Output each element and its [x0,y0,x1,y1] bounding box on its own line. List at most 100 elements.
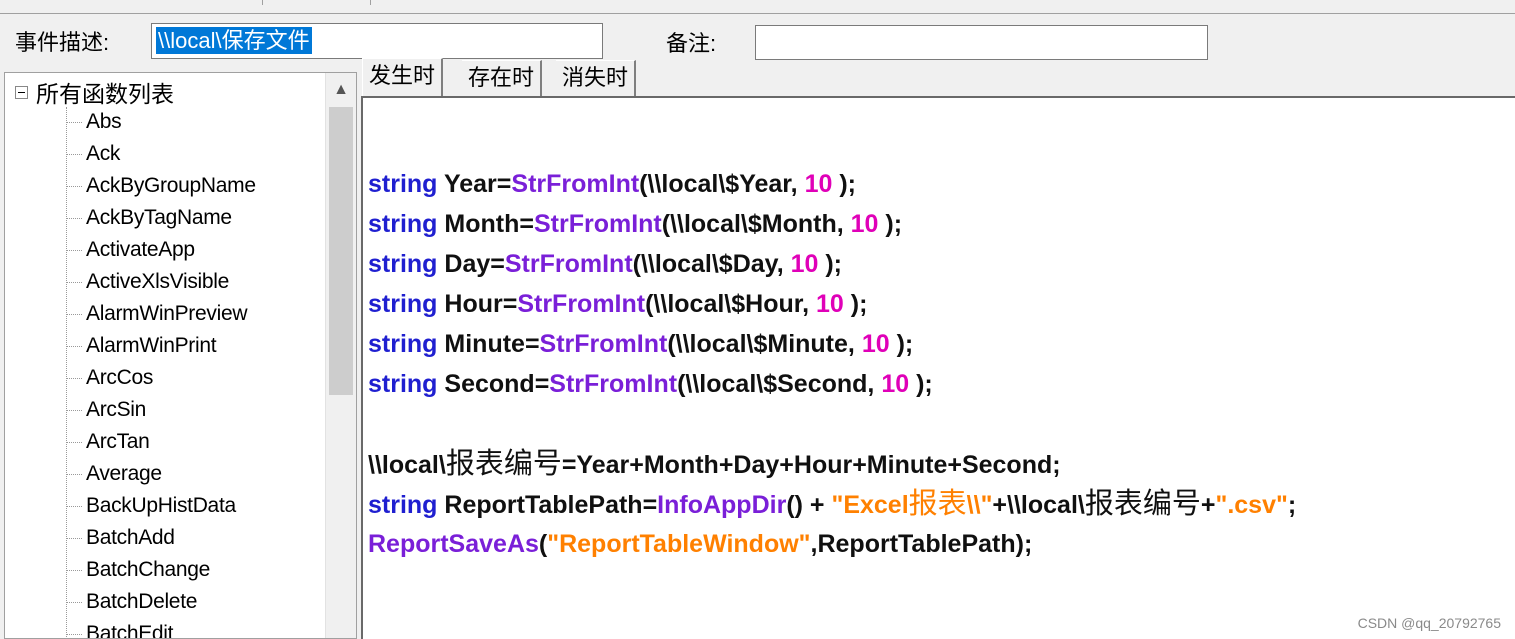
note-label: 备注: [666,31,717,56]
code-line: \\local\报表编号=Year+Month+Day+Hour+Minute+… [368,444,1061,484]
script-editor[interactable]: string Year= StrFromInt (\\local\$Year, 10… [361,96,1515,639]
tree-item-label: BatchChange [86,558,210,581]
tree-item-label: ArcCos [86,366,154,389]
scrollbar-thumb[interactable] [329,107,353,395]
code-token: StrFromInt [533,210,662,238]
function-tree[interactable]: 所有函数列表 Abs Ack AckByGroupName AckByTagName A… [4,72,357,639]
collapse-icon[interactable] [15,85,28,99]
code-token: string [368,330,438,358]
tree-item-label: ArcTan [86,430,150,453]
code-token: "ReportTableWindow" [547,530,811,558]
tree-item[interactable]: BatchDelete [66,586,197,618]
note-input[interactable] [755,25,1208,60]
tree-item-label: BatchDelete [86,590,198,613]
tree-root-label: 所有函数列表 [36,81,174,107]
code-token: 10 [861,330,890,358]
code-token: (\\local\$Hour, [645,290,816,318]
tree-item-label: ActivateApp [86,238,195,261]
tree-item[interactable]: AlarmWinPreview [66,298,248,330]
tree-item[interactable]: Average [66,458,162,490]
code-token: StrFromInt [504,250,633,278]
code-token: string [368,170,438,198]
code-token: ; [1287,491,1297,519]
event-description-input[interactable]: \\local\保存文件 [151,23,603,59]
tree-connector [66,633,82,635]
tree-connector [66,409,82,411]
tree-item[interactable]: ActivateApp [66,234,195,266]
code-token: ReportTablePath= [437,491,658,519]
tree-item-label: ArcSin [86,398,147,421]
code-line: string Month=StrFromInt(\\local\$Month, … [368,204,902,244]
tree-item[interactable]: AlarmWinPrint [66,330,217,362]
code-line: string Day=StrFromInt(\\local\$Day, 10 )… [368,244,842,284]
code-token: 报表 [908,488,967,520]
chevron-up-icon[interactable]: ▲ [326,73,356,107]
tab-on-disappear[interactable]: 消失时 [556,60,637,96]
code-line: string Second=StrFromInt(\\local\$Second… [368,364,933,404]
tree-item[interactable]: AckByTagName [66,202,232,234]
code-token: ); [889,330,914,358]
tree-item[interactable]: ArcSin [66,394,146,426]
code-token: ,ReportTablePath); [810,530,1033,558]
tab-on-occur[interactable]: 发生时 [362,58,444,96]
code-token: Minute= [437,330,540,358]
tree-item[interactable]: BatchChange [66,554,210,586]
tree-item-label: Abs [86,110,122,133]
code-token: string [368,290,438,318]
code-line: string Hour=StrFromInt(\\local\$Hour, 10… [368,284,867,324]
code-token: Month= [437,210,534,238]
tree-item-label: AlarmWinPreview [86,302,248,325]
code-token: 报表编号 [1084,488,1201,520]
code-token: 10 [790,250,819,278]
tree-item[interactable]: ArcCos [66,362,153,394]
watermark: CSDN @qq_20792765 [1357,615,1501,631]
tree-scrollbar[interactable]: ▲ [325,73,356,638]
code-token: +\\local\ [992,491,1085,519]
code-token: (\\local\$Year, [639,170,805,198]
tree-item[interactable]: ActiveXlsVisible [66,266,229,298]
code-token: ); [832,170,856,198]
tree-connector [66,473,82,475]
tree-connector [66,505,82,507]
tree-connector [66,601,82,603]
tree-root[interactable]: 所有函数列表 [15,78,174,107]
toolbar-divider [370,0,371,5]
code-token: (\\local\$Second, [677,370,882,398]
code-token: ".csv" [1215,491,1288,519]
tree-item-label: AckByGroupName [86,174,256,197]
tree-connector [66,217,82,219]
tree-item[interactable]: BatchEdit [66,618,173,638]
tree-item[interactable]: AckByGroupName [66,170,256,202]
tree-connector [66,153,82,155]
code-token: Year= [437,170,512,198]
code-token: string [368,250,438,278]
tree-item[interactable]: BackUpHistData [66,490,236,522]
code-token: (\\local\$Month, [661,210,851,238]
code-token: 报表编号 [445,448,562,480]
code-token: (\\local\$Day, [632,250,791,278]
tree-item-label: ActiveXlsVisible [86,270,230,293]
event-description-label: 事件描述: [15,30,110,55]
code-token: ( [538,530,548,558]
code-line: string Year=StrFromInt(\\local\$Year, 10… [368,164,856,204]
code-token: Day= [437,250,505,278]
code-token: InfoAppDir [657,491,787,519]
tree-connector [66,313,82,315]
code-token: StrFromInt [517,290,646,318]
tree-item[interactable]: Ack [66,138,120,170]
code-line: string ReportTablePath=InfoAppDir() + "E… [368,484,1296,524]
code-line: ReportSaveAs("ReportTableWindow",ReportT… [368,524,1032,564]
tree-item[interactable]: BatchAdd [66,522,175,554]
tree-item[interactable]: ArcTan [66,426,150,458]
code-token: ); [909,370,933,398]
code-token: StrFromInt [539,330,668,358]
code-token: + [1200,491,1216,519]
code-token: ); [843,290,868,318]
tree-item-label: Ack [86,142,121,165]
tab-while-exist[interactable]: 存在时 [462,60,543,96]
tree-item-label: BackUpHistData [86,494,236,517]
tree-connector [66,345,82,347]
tree-item[interactable]: Abs [66,106,122,138]
code-token: () + [786,491,832,519]
tree-item-label: BatchAdd [86,526,175,549]
